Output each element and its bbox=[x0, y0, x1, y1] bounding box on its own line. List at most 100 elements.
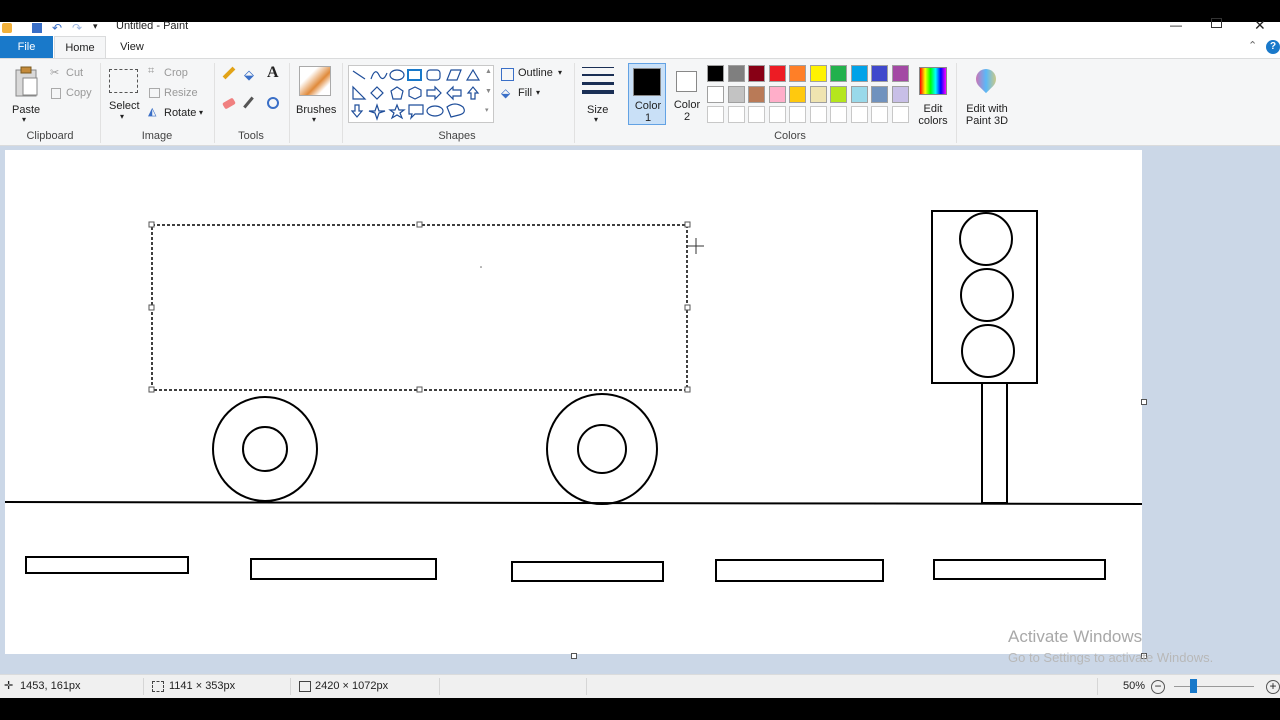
palette-swatch[interactable] bbox=[871, 65, 888, 82]
fill-bucket-tool-icon[interactable]: ⬙ bbox=[244, 67, 254, 83]
crop-button[interactable]: ⌗ Crop bbox=[148, 65, 198, 81]
palette-swatch[interactable] bbox=[707, 85, 724, 103]
size-dropdown-icon: ▾ bbox=[594, 115, 599, 124]
palette-swatch[interactable] bbox=[748, 85, 765, 103]
palette-swatch[interactable] bbox=[830, 65, 847, 82]
save-icon[interactable] bbox=[32, 23, 42, 33]
shapes-scroll-down-icon[interactable]: ▼ bbox=[485, 88, 492, 95]
pencil-tool-icon[interactable] bbox=[222, 66, 236, 80]
activate-windows-title: Activate Windows bbox=[1008, 627, 1143, 646]
edit-with-paint3d-button[interactable]: Edit with Paint 3D bbox=[960, 63, 1014, 127]
fill-button[interactable]: ⬙ Fill ▾ bbox=[500, 86, 550, 101]
maximize-icon[interactable] bbox=[1211, 18, 1222, 28]
palette-swatch[interactable] bbox=[809, 65, 827, 82]
select-button[interactable]: Select ▾ bbox=[104, 63, 144, 123]
palette-swatch[interactable] bbox=[850, 65, 868, 82]
palette-swatch[interactable] bbox=[727, 65, 745, 82]
truck-wheel-right bbox=[546, 393, 658, 505]
outline-button[interactable]: Outline ▾ bbox=[500, 67, 570, 81]
palette-swatch[interactable] bbox=[768, 106, 786, 123]
cut-button[interactable]: ✂ Cut bbox=[50, 67, 95, 81]
tab-view[interactable]: View bbox=[108, 36, 156, 58]
tab-file[interactable]: File bbox=[0, 36, 53, 58]
palette-swatch[interactable] bbox=[871, 106, 888, 123]
road-marking bbox=[250, 558, 437, 580]
color-picker-tool-icon[interactable] bbox=[243, 96, 254, 109]
zoom-slider-thumb[interactable] bbox=[1190, 679, 1197, 693]
palette-swatch[interactable] bbox=[871, 85, 888, 103]
copy-button[interactable]: Copy bbox=[50, 87, 100, 101]
zoom-out-icon[interactable]: − bbox=[1151, 680, 1165, 694]
ribbon-tabs: File Home View ⌃ ? bbox=[0, 36, 1280, 58]
palette-swatch[interactable] bbox=[830, 106, 847, 123]
size-lines-icon bbox=[582, 74, 614, 76]
brushes-button[interactable]: Brushes ▾ bbox=[294, 63, 338, 125]
help-icon[interactable]: ? bbox=[1266, 40, 1280, 54]
traffic-light-middle bbox=[960, 268, 1014, 322]
resize-button[interactable]: Resize bbox=[148, 87, 203, 101]
size-button[interactable]: Size ▾ bbox=[578, 63, 618, 125]
palette-swatch[interactable] bbox=[850, 106, 868, 123]
minimize-icon[interactable]: — bbox=[1170, 18, 1182, 32]
palette-swatch[interactable] bbox=[748, 106, 765, 123]
rotate-label: Rotate bbox=[164, 107, 197, 119]
palette-swatch[interactable] bbox=[891, 106, 909, 123]
palette-swatch[interactable] bbox=[850, 85, 868, 103]
palette-swatch[interactable] bbox=[830, 85, 847, 103]
zoom-in-icon[interactable]: + bbox=[1266, 680, 1280, 694]
palette-swatch[interactable] bbox=[809, 85, 827, 103]
truck-wheel-left bbox=[212, 396, 318, 502]
shapes-scroll-up-icon[interactable]: ▲ bbox=[485, 68, 492, 75]
road-marking bbox=[511, 561, 664, 582]
collapse-ribbon-icon[interactable]: ⌃ bbox=[1248, 39, 1257, 52]
palette-swatch[interactable] bbox=[789, 65, 806, 82]
ribbon: Paste ▾ ✂ Cut Copy Clipboard Select ▾ ⌗ … bbox=[0, 58, 1280, 146]
paste-button[interactable]: Paste ▾ bbox=[6, 63, 46, 124]
palette-swatch[interactable] bbox=[891, 65, 909, 82]
palette-swatch[interactable] bbox=[789, 85, 806, 103]
palette-swatch[interactable] bbox=[727, 106, 745, 123]
road-marking bbox=[25, 556, 189, 574]
title-bar: ↶ ↷ ▾ Untitled - Paint — ✕ bbox=[0, 17, 1280, 36]
palette-swatch[interactable] bbox=[768, 85, 786, 103]
close-icon[interactable]: ✕ bbox=[1254, 17, 1266, 34]
cursor-position: 1453, 161px bbox=[20, 680, 81, 692]
drawing-canvas[interactable] bbox=[5, 150, 1142, 654]
palette-swatch[interactable] bbox=[727, 85, 745, 103]
canvas-resize-handle[interactable] bbox=[1141, 399, 1147, 405]
rotate-button[interactable]: ◭ Rotate ▾ bbox=[148, 106, 208, 121]
copy-icon bbox=[51, 88, 61, 99]
edit-colors-button[interactable]: Edit colors bbox=[914, 63, 952, 127]
canvas-resize-handle[interactable] bbox=[571, 653, 577, 659]
tab-home[interactable]: Home bbox=[54, 36, 106, 58]
magnifier-tool-icon[interactable] bbox=[267, 97, 279, 109]
redo-icon[interactable]: ↷ bbox=[72, 21, 82, 35]
palette-swatch[interactable] bbox=[707, 65, 724, 82]
color2-button[interactable]: Color 2 bbox=[668, 63, 706, 125]
palette-swatch[interactable] bbox=[789, 106, 806, 123]
text-tool-icon[interactable]: A bbox=[267, 64, 279, 82]
palette-swatch[interactable] bbox=[748, 65, 765, 82]
shapes-expand-icon[interactable]: ▾ bbox=[485, 106, 489, 114]
quick-access-dropdown-icon[interactable]: ▾ bbox=[93, 21, 98, 32]
outline-label: Outline bbox=[518, 67, 553, 79]
edit-paint3d-label: Edit with Paint 3D bbox=[965, 103, 1009, 127]
cursor-position-icon: ✛ bbox=[4, 680, 14, 692]
color-wheel-icon bbox=[919, 67, 947, 95]
shapes-gallery[interactable]: ▲ ▼ ▾ bbox=[348, 65, 494, 123]
resize-label: Resize bbox=[164, 87, 198, 99]
paste-label: Paste bbox=[12, 104, 41, 116]
palette-swatch[interactable] bbox=[707, 106, 724, 123]
undo-icon[interactable]: ↶ bbox=[52, 21, 62, 35]
selection-rectangle bbox=[151, 224, 688, 391]
palette-swatch[interactable] bbox=[768, 65, 786, 82]
eraser-tool-icon[interactable] bbox=[222, 97, 236, 110]
cut-label: Cut bbox=[66, 67, 84, 79]
palette-swatch[interactable] bbox=[891, 85, 909, 103]
color1-button[interactable]: Color 1 bbox=[628, 63, 666, 125]
road-line bbox=[5, 501, 1142, 505]
size-lines-icon bbox=[582, 82, 614, 85]
palette-swatch[interactable] bbox=[809, 106, 827, 123]
zoom-slider-track[interactable] bbox=[1174, 686, 1254, 687]
clipboard-group-label: Clipboard bbox=[26, 130, 74, 142]
